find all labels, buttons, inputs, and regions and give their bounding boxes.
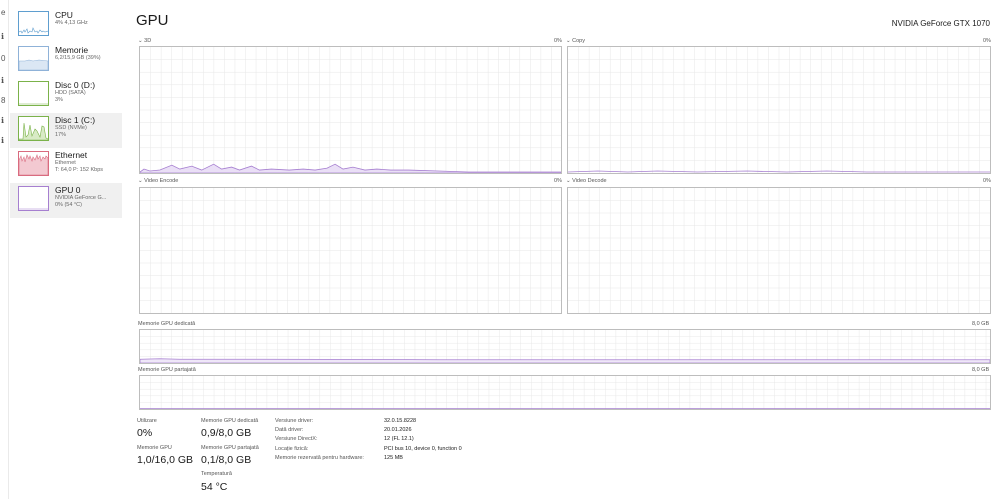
engine-copy-percent: 0%: [983, 38, 991, 44]
sidebar-item-label: GPU 0: [55, 185, 81, 195]
info-label: Memorie rezervată pentru hardware:: [275, 455, 364, 461]
sidebar-item-detail: HDD (SATA): [55, 90, 86, 96]
temperature-value: 54 °C: [201, 481, 228, 493]
engine-copy-usage-line: [568, 170, 990, 173]
sidebar-item-detail: 6,2/15,9 GB (39%): [55, 55, 101, 61]
dedicated-memory-stat-label: Memorie GPU dedicată: [201, 418, 259, 424]
edge-fragment-icon: e: [1, 8, 6, 17]
engine-decode-percent: 0%: [983, 178, 991, 184]
utilization-label: Utilizare: [137, 418, 157, 424]
engine-copy-selector[interactable]: ⌄ Copy: [566, 38, 585, 44]
engine-3d-label: 3D: [144, 38, 152, 44]
sidebar-item-label: Memorie: [55, 45, 89, 55]
sidebar-item-usage: T: 64,0 P: 152 Kbps: [55, 167, 104, 173]
temperature-label: Temperatură: [201, 471, 232, 477]
edge-fragment-icon: 0: [1, 54, 6, 63]
sidebar-item-label: Ethernet: [55, 150, 88, 160]
shared-memory-usage-line: [140, 408, 990, 409]
performance-sidebar: CPU 4% 4,13 GHz Memorie 6,2/15,9 GB (39%…: [10, 8, 122, 218]
engine-3d-usage-line: [140, 163, 561, 173]
edge-fragment-icon: ℹ: [1, 76, 5, 85]
engine-3d-selector[interactable]: ⌄ 3D: [138, 38, 151, 44]
utilization-value: 0%: [137, 427, 153, 439]
driver-date-value: 20.01.2026: [384, 427, 412, 433]
sidebar-item-label: CPU: [55, 10, 73, 20]
sidebar-item-usage: 17%: [55, 132, 67, 138]
sidebar-item-disk-1[interactable]: Disc 1 (C:) SSD (NVMe) 17%: [10, 113, 122, 148]
shared-memory-stat-value: 0,1/8,0 GB: [201, 454, 252, 466]
sidebar-item-usage: 0% (54 °C): [55, 202, 82, 208]
engine-encode-selector[interactable]: ⌄ Video Encode: [138, 178, 178, 184]
sidebar-item-detail: NVIDIA GeForce G...: [55, 195, 107, 201]
dedicated-memory-usage-fill: [140, 358, 990, 363]
dedicated-memory-stat-value: 0,9/8,0 GB: [201, 427, 252, 439]
gpu-graph-thumbnail: [18, 186, 49, 211]
sidebar-item-usage: 3%: [55, 97, 63, 103]
sidebar-item-gpu-0[interactable]: GPU 0 NVIDIA GeForce G... 0% (54 °C): [10, 183, 122, 218]
sidebar-item-memory[interactable]: Memorie 6,2/15,9 GB (39%): [10, 43, 122, 78]
gpu-memory-value: 1,0/16,0 GB: [137, 454, 194, 466]
sidebar-item-label: Disc 0 (D:): [55, 80, 96, 90]
sidebar-item-detail: Ethernet: [55, 160, 76, 166]
driver-version-value: 32.0.15.8228: [384, 418, 417, 424]
disk-graph-thumbnail: [18, 81, 49, 106]
engine-decode-graph: [567, 187, 991, 314]
engine-decode-selector[interactable]: ⌄ Video Decode: [566, 178, 607, 184]
shared-memory-graph: [139, 375, 991, 410]
ethernet-graph-thumbnail: [18, 151, 49, 176]
engine-encode-label: Video Encode: [144, 178, 179, 184]
engine-3d-graph: [139, 46, 562, 174]
shared-memory-max: 8,0 GB: [972, 367, 990, 373]
sidebar-item-detail: SSD (NVMe): [55, 125, 87, 131]
sidebar-item-ethernet[interactable]: Ethernet Ethernet T: 64,0 P: 152 Kbps: [10, 148, 122, 183]
engine-encode-percent: 0%: [554, 178, 562, 184]
edge-fragment-icon: ℹ: [1, 32, 5, 41]
sidebar-item-detail: 4% 4,13 GHz: [55, 20, 88, 26]
disk-graph-thumbnail: [18, 116, 49, 141]
engine-copy-label: Copy: [572, 38, 585, 44]
info-label: Dată driver:: [275, 427, 304, 433]
graph-grid: [140, 188, 561, 313]
shared-memory-label: Memorie GPU partajată: [138, 367, 196, 373]
cpu-graph-thumbnail: [18, 11, 49, 36]
edge-fragment-icon: 8: [1, 96, 6, 105]
hardware-reserved-memory-value: 125 MB: [384, 455, 403, 461]
info-label: Locație fizică:: [275, 446, 309, 452]
shared-memory-stat-label: Memorie GPU partajată: [201, 445, 259, 451]
graph-grid: [568, 188, 990, 313]
page-title: GPU: [136, 12, 169, 29]
window-left-edge: e ℹ 0 ℹ 8 ℹ ℹ: [0, 0, 9, 499]
engine-3d-percent: 0%: [554, 38, 562, 44]
engine-copy-graph: [567, 46, 991, 174]
sidebar-item-cpu[interactable]: CPU 4% 4,13 GHz: [10, 8, 122, 43]
dedicated-memory-max: 8,0 GB: [972, 321, 990, 327]
engine-decode-label: Video Decode: [572, 178, 607, 184]
memory-graph-thumbnail: [18, 46, 49, 71]
info-label: Versiune DirectX:: [275, 436, 318, 442]
directx-version-value: 12 (FL 12.1): [384, 436, 414, 442]
dedicated-memory-graph: [139, 329, 991, 364]
sidebar-item-disk-0[interactable]: Disc 0 (D:) HDD (SATA) 3%: [10, 78, 122, 113]
gpu-model-name: NVIDIA GeForce GTX 1070: [891, 19, 990, 28]
gpu-detail-panel: GPU NVIDIA GeForce GTX 1070 ⌄ 3D 0% ⌄ Co…: [136, 0, 996, 499]
edge-fragment-icon: ℹ: [1, 136, 5, 145]
edge-fragment-icon: ℹ: [1, 116, 5, 125]
physical-location-value: PCI bus 10, device 0, function 0: [384, 446, 462, 452]
engine-encode-graph: [139, 187, 562, 314]
dedicated-memory-label: Memorie GPU dedicată: [138, 321, 196, 327]
info-label: Versiune driver:: [275, 418, 314, 424]
sidebar-item-label: Disc 1 (C:): [55, 115, 96, 125]
gpu-memory-label: Memorie GPU: [137, 445, 172, 451]
